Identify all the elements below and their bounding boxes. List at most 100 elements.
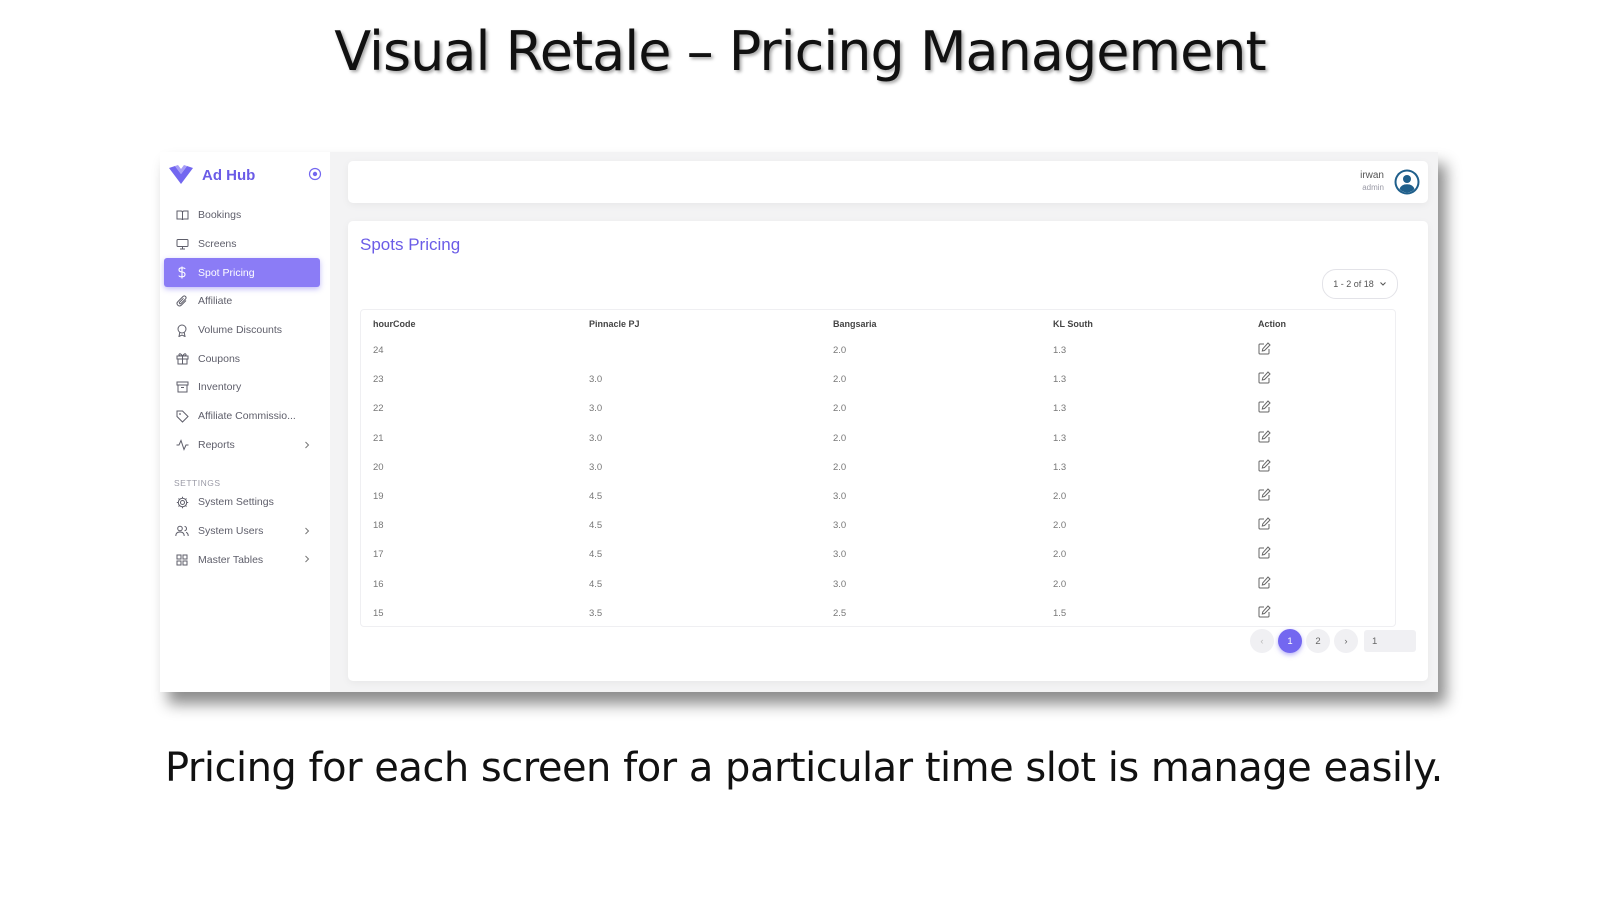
table-cell: 17: [373, 549, 384, 561]
table-row: 19 4.5 3.0 2.0: [361, 482, 1395, 511]
column-header: hourCode: [373, 319, 416, 329]
table-cell: 3.0: [589, 432, 603, 444]
table-cell: 2.0: [833, 432, 847, 444]
avatar-icon[interactable]: [1394, 169, 1420, 195]
sidebar-item-label: Bookings: [198, 209, 242, 222]
edit-icon[interactable]: [1258, 400, 1271, 413]
sidebar-item-reports[interactable]: Reports: [164, 431, 320, 460]
table-body: 24 2.0 1.3 23 3.0 2.0 1.3 22 3.0 2.0 1.3 21 3.0 2.0 1.…: [361, 336, 1395, 628]
sidebar-item-volume-discounts[interactable]: Volume Discounts: [164, 316, 320, 345]
archive-icon: [175, 380, 189, 394]
table-cell: 3.0: [589, 461, 603, 473]
chevron-right-icon: [302, 553, 312, 565]
activity-icon: [175, 438, 189, 452]
top-header: irwan admin: [348, 161, 1428, 203]
table-cell: 4.5: [589, 549, 603, 561]
table-cell: 2.0: [833, 461, 847, 473]
column-header: KL South: [1053, 319, 1093, 329]
edit-icon[interactable]: [1258, 429, 1271, 443]
table-cell: 1.3: [1053, 432, 1067, 444]
sidebar-item-bookings[interactable]: Bookings: [164, 201, 320, 230]
goto-page-input[interactable]: 1: [1364, 630, 1416, 652]
sidebar-item-system-users[interactable]: System Users: [164, 517, 320, 546]
table-cell: 2.0: [833, 403, 847, 415]
grid-icon: [175, 553, 189, 567]
next-page-button[interactable]: ›: [1334, 629, 1358, 653]
table-cell: 3.0: [833, 578, 847, 590]
table-row: 20 3.0 2.0 1.3: [361, 453, 1395, 482]
table-cell: 2.0: [1053, 578, 1067, 590]
settings-nav: System Settings System Users Master Tabl…: [164, 488, 320, 574]
table-cell: 19: [373, 490, 384, 502]
edit-icon[interactable]: [1258, 342, 1271, 355]
edit-icon[interactable]: [1258, 575, 1271, 589]
slide-title: Visual Retale – Pricing Management: [334, 20, 1266, 83]
edit-icon[interactable]: [1258, 517, 1271, 530]
table-cell: 1.3: [1053, 374, 1067, 386]
table-cell: 1.5: [1053, 607, 1067, 619]
sidebar-item-screens[interactable]: Screens: [164, 230, 320, 259]
chevron-down-icon: [1379, 279, 1387, 289]
chevron-right-icon: [302, 525, 312, 537]
sidebar-item-label: Spot Pricing: [198, 266, 255, 279]
column-header: Bangsaria: [833, 319, 877, 329]
table-cell: 1.3: [1053, 461, 1067, 473]
table-cell: 20: [373, 461, 384, 473]
range-select[interactable]: 1 - 2 of 18: [1322, 269, 1398, 299]
user-name: irwan: [1360, 170, 1384, 181]
table-cell: 4.5: [589, 578, 603, 590]
table-cell: 1.3: [1053, 403, 1067, 415]
edit-icon[interactable]: [1258, 604, 1271, 618]
sidebar-item-label: Affiliate Commissio...: [198, 410, 296, 423]
gear-icon: [175, 495, 189, 509]
table-cell: 2.0: [1053, 490, 1067, 502]
edit-icon[interactable]: [1258, 546, 1271, 559]
slide-caption: Pricing for each screen for a particular…: [165, 745, 1443, 791]
table-cell: 3.0: [833, 490, 847, 502]
table-cell: 18: [373, 520, 384, 532]
sidebar-item-label: System Users: [198, 525, 264, 538]
page-title: Spots Pricing: [360, 235, 461, 254]
sidebar-toggle-icon[interactable]: [308, 167, 322, 181]
column-header: Action: [1258, 319, 1286, 329]
edit-icon[interactable]: [1258, 488, 1271, 501]
table-cell: 3.5: [589, 607, 603, 619]
page-button-2[interactable]: 2: [1306, 629, 1330, 653]
sidebar-item-label: System Settings: [198, 496, 274, 509]
sidebar-nav: Bookings Screens Spot Pricing Affiliate …: [164, 201, 320, 459]
sidebar-item-affiliate[interactable]: Affiliate: [164, 287, 320, 316]
sidebar-item-label: Inventory: [198, 381, 242, 394]
column-header: Pinnacle PJ: [589, 319, 640, 329]
table-row: 22 3.0 2.0 1.3: [361, 394, 1395, 423]
sidebar-item-master-tables[interactable]: Master Tables: [164, 545, 320, 574]
table-cell: 21: [373, 432, 384, 444]
table-row: 17 4.5 3.0 2.0: [361, 540, 1395, 569]
table-header: hourCode Pinnacle PJ Bangsaria KL South …: [361, 310, 1395, 336]
prev-page-button[interactable]: ‹: [1250, 629, 1274, 653]
settings-section-label: SETTINGS: [174, 478, 221, 488]
edit-icon[interactable]: [1258, 459, 1271, 472]
table-cell: 3.0: [833, 520, 847, 532]
table-cell: 3.0: [589, 374, 603, 386]
sidebar-item-coupons[interactable]: Coupons: [164, 344, 320, 373]
sidebar-item-affiliate-commission[interactable]: Affiliate Commissio...: [164, 402, 320, 431]
sidebar-item-inventory[interactable]: Inventory: [164, 373, 320, 402]
sidebar-item-spot-pricing[interactable]: Spot Pricing: [164, 258, 320, 288]
table-row: 24 2.0 1.3: [361, 336, 1395, 365]
brand: Ad Hub: [168, 162, 322, 188]
pricing-table: hourCode Pinnacle PJ Bangsaria KL South …: [360, 309, 1396, 627]
users-icon: [175, 524, 189, 538]
dollar-icon: [175, 266, 189, 280]
table-cell: 3.0: [833, 549, 847, 561]
table-cell: 2.0: [833, 345, 847, 356]
table-cell: 24: [373, 345, 384, 356]
page-button-1[interactable]: 1: [1278, 629, 1302, 653]
table-cell: 1.3: [1053, 345, 1067, 356]
table-row: 21 3.0 2.0 1.3: [361, 424, 1395, 453]
book-open-icon: [175, 208, 189, 222]
table-row: 23 3.0 2.0 1.3: [361, 365, 1395, 394]
sidebar-item-system-settings[interactable]: System Settings: [164, 488, 320, 517]
sidebar-item-label: Reports: [198, 438, 235, 451]
table-cell: 2.5: [833, 607, 847, 619]
edit-icon[interactable]: [1258, 371, 1271, 384]
